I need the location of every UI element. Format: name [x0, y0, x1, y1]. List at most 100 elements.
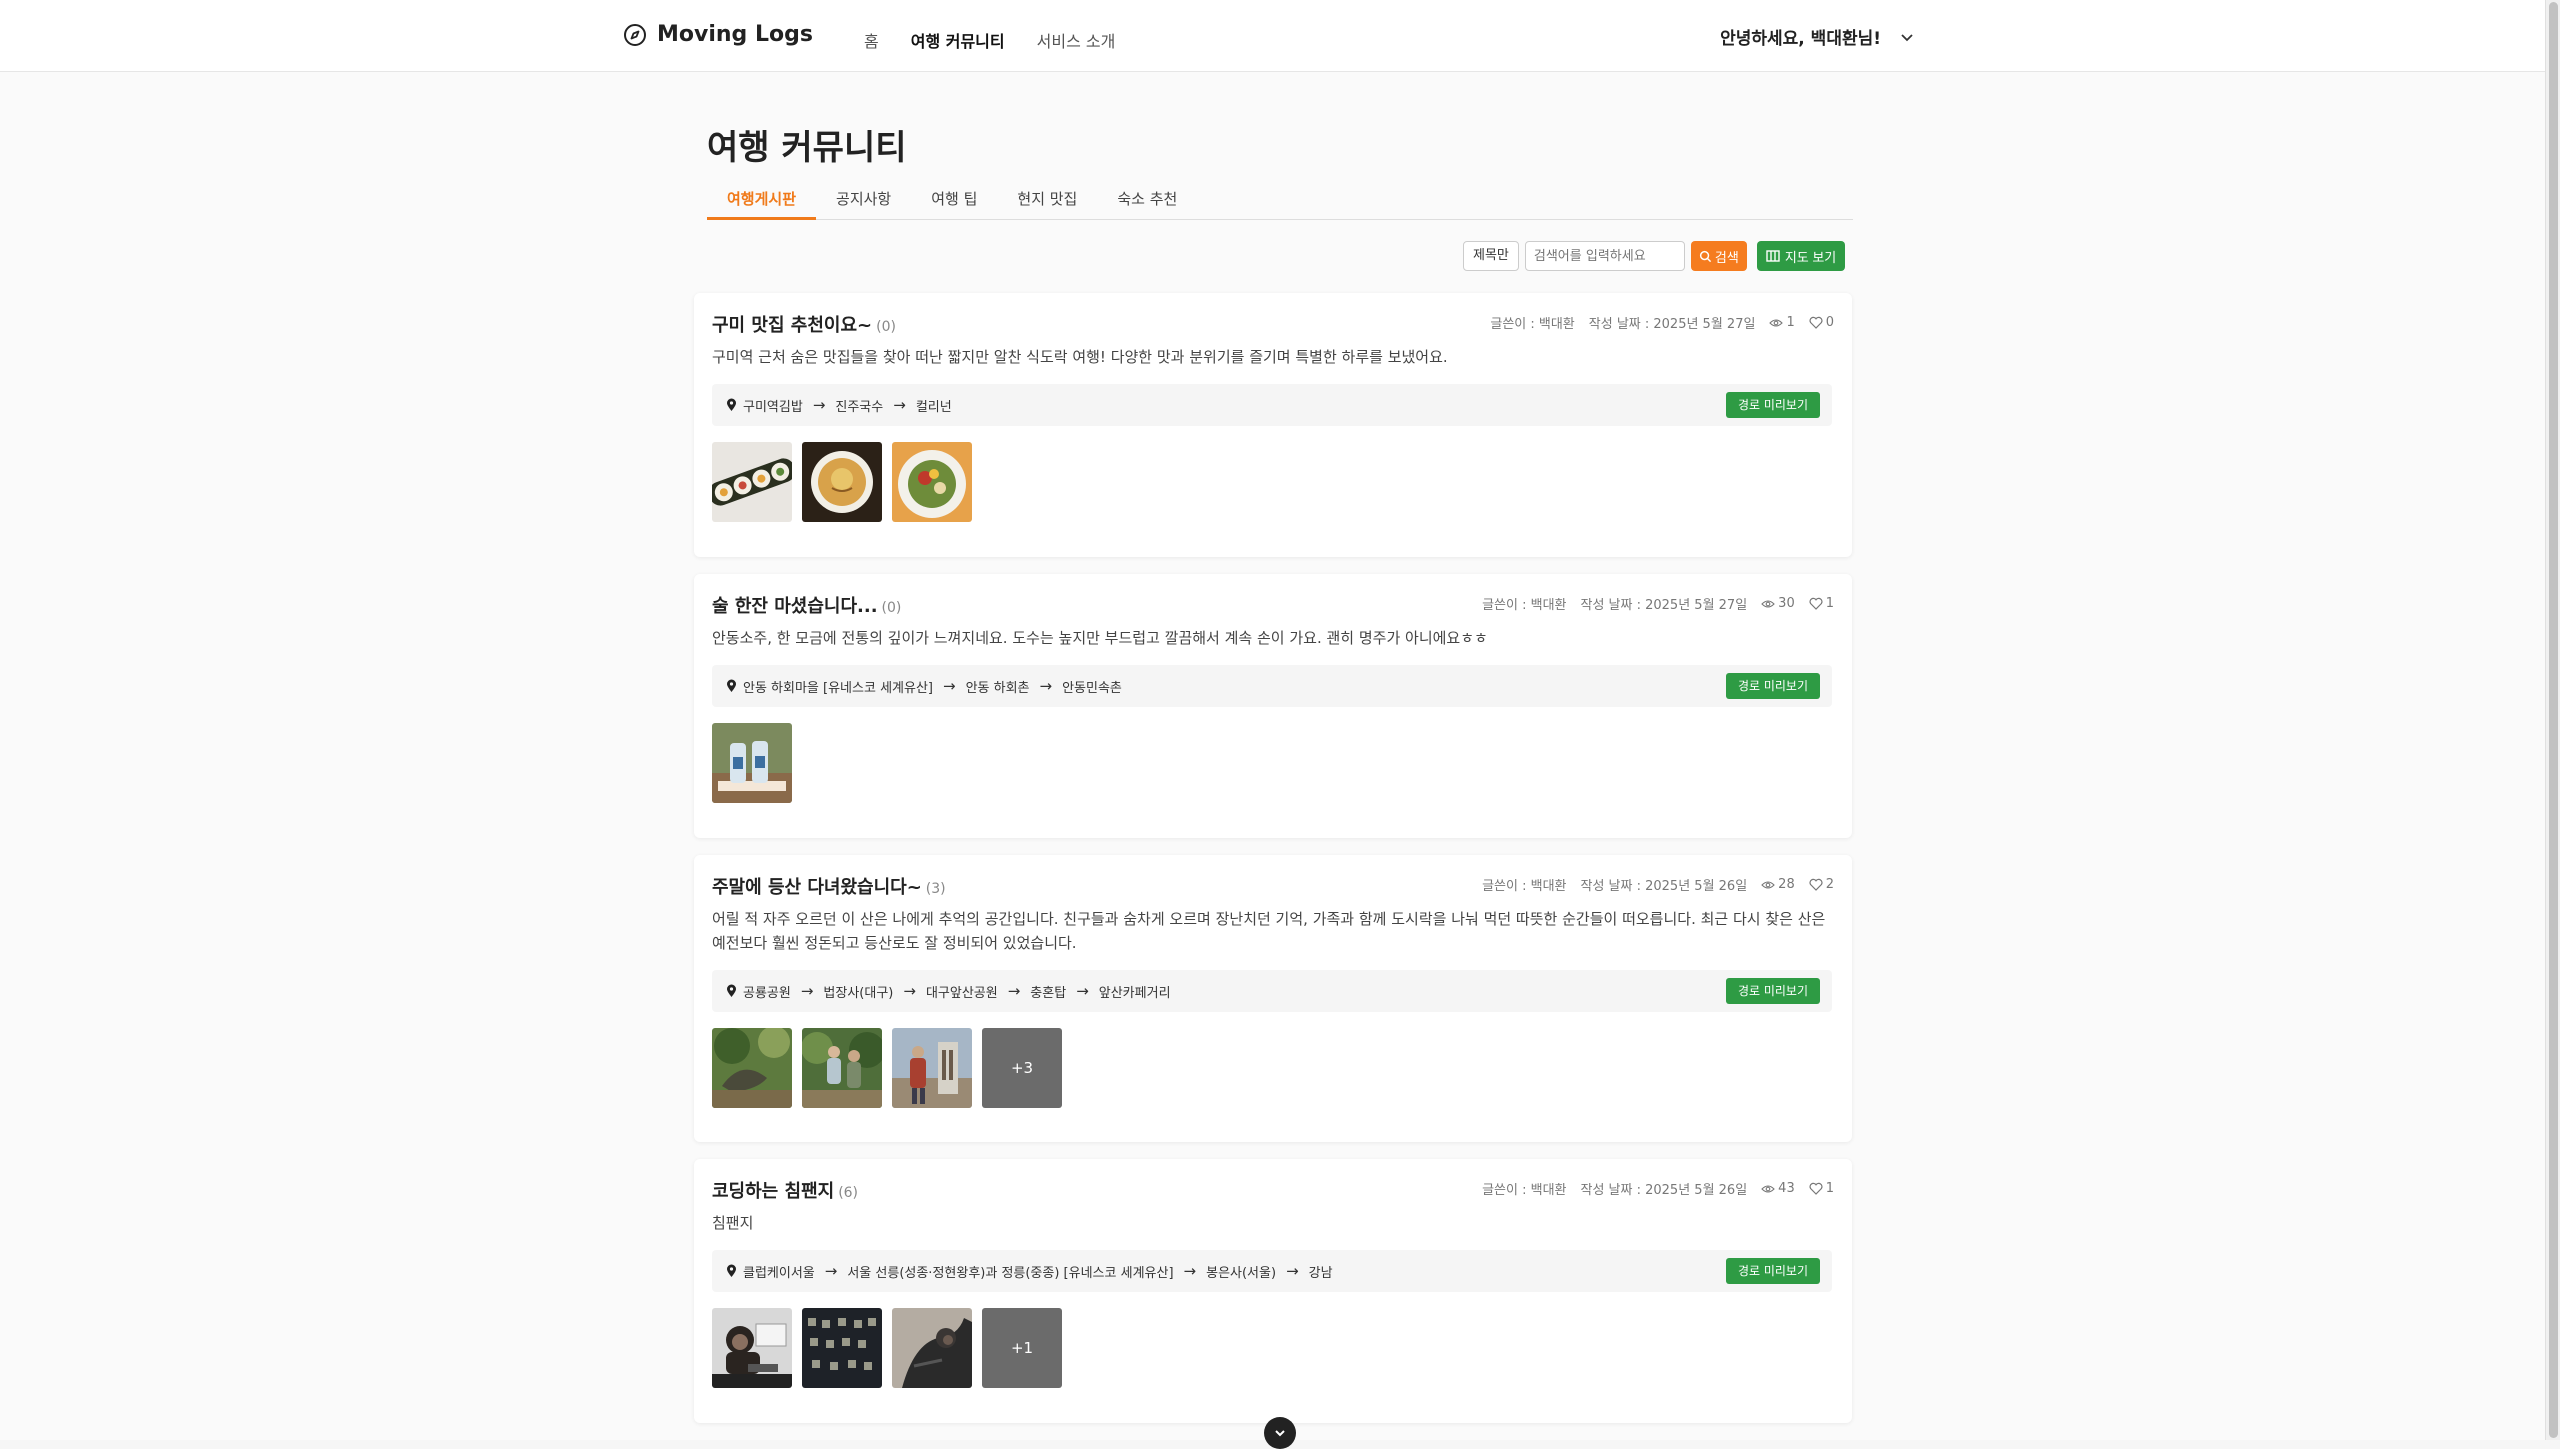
like-count-value: 2	[1825, 877, 1834, 892]
logo-text: Moving Logs	[657, 22, 813, 47]
post-author: 글쓴이 : 백대환	[1482, 598, 1567, 613]
photo-thumbnail[interactable]	[802, 1028, 882, 1108]
user-menu[interactable]: 안녕하세요, 백대환님!	[1720, 24, 1915, 49]
photo-thumbnail[interactable]	[712, 442, 792, 522]
arrow-right-icon: →	[942, 677, 956, 695]
route-stop: 안동민속촌	[1062, 680, 1122, 696]
route-stop: 공룡공원	[743, 985, 791, 1001]
route-preview-button[interactable]: 경로 미리보기	[1725, 673, 1820, 699]
post-body: 어릴 적 자주 오르던 이 산은 나에게 추억의 공간입니다. 친구들과 숨차게…	[712, 910, 1826, 952]
route-stop: 진주국수	[835, 399, 884, 415]
photo-thumbnail[interactable]	[712, 1308, 792, 1388]
post-body: 안동소주, 한 모금에 전통의 깊이가 느껴지네요. 도수는 높지만 부드럽고 …	[712, 629, 1488, 647]
map-pin-icon	[727, 679, 736, 692]
like-count[interactable]: 2	[1809, 877, 1834, 892]
comment-count: (3)	[925, 881, 946, 897]
post-author: 글쓴이 : 백대환	[1490, 317, 1575, 332]
photo-thumbnail[interactable]	[712, 723, 792, 803]
logo[interactable]: Moving Logs	[623, 22, 813, 47]
heart-icon	[1809, 316, 1823, 329]
nav-about[interactable]: 서비스 소개	[1037, 28, 1116, 52]
compass-icon	[624, 23, 646, 46]
arrow-right-icon: →	[1076, 982, 1089, 1000]
eye-icon	[1761, 1184, 1775, 1193]
more-photos-button[interactable]: +3	[982, 1028, 1062, 1108]
nav-home[interactable]: 홈	[864, 28, 879, 52]
photo-thumbnail[interactable]	[802, 1308, 882, 1388]
tab-local-food[interactable]: 현지 맛집	[997, 178, 1097, 220]
arrow-right-icon: →	[1286, 1262, 1299, 1280]
route-preview-button[interactable]: 경로 미리보기	[1725, 392, 1820, 418]
search-button[interactable]: 검색	[1690, 241, 1747, 271]
tab-travel-tips[interactable]: 여행 팁	[911, 178, 997, 220]
post-title: 주말에 등산 다녀왔습니다~	[712, 877, 922, 898]
like-count-value: 0	[1825, 315, 1834, 330]
post-title-row[interactable]: 구미 맛집 추천이요~ (0)	[712, 311, 896, 337]
like-count[interactable]: 0	[1809, 315, 1834, 330]
eye-icon	[1769, 318, 1784, 327]
post-title: 코딩하는 침팬지	[712, 1181, 835, 1202]
post-author: 글쓴이 : 백대환	[1482, 879, 1567, 894]
user-greeting: 안녕하세요, 백대환님!	[1720, 29, 1881, 49]
view-count-value: 43	[1778, 1181, 1795, 1196]
arrow-right-icon: →	[1007, 982, 1021, 1000]
like-count[interactable]: 1	[1809, 1181, 1834, 1196]
route-stop: 대구앞산공원	[925, 985, 998, 1001]
search-button-label: 검색	[1714, 249, 1739, 265]
arrow-right-icon: →	[903, 982, 916, 1000]
post-title: 술 한잔 마셨습니다...	[712, 596, 878, 617]
map-icon	[1766, 250, 1780, 262]
page-scrollbar[interactable]	[2545, 0, 2560, 1440]
route-preview-button[interactable]: 경로 미리보기	[1725, 978, 1820, 1004]
route-stop: 법장사(대구)	[823, 985, 894, 1001]
photo-thumbnail[interactable]	[892, 442, 972, 522]
post-meta: 글쓴이 : 백대환 작성 날짜 : 2025년 5월 27일 1 0	[1490, 313, 1834, 332]
post-card[interactable]: 주말에 등산 다녀왔습니다~ (3) 글쓴이 : 백대환 작성 날짜 : 2025…	[694, 855, 1852, 1142]
like-count-value: 1	[1825, 596, 1834, 611]
post-card[interactable]: 술 한잔 마셨습니다... (0) 글쓴이 : 백대환 작성 날짜 : 2025년…	[694, 574, 1852, 838]
map-pin-icon	[727, 984, 736, 997]
search-filter-select[interactable]: 제목만	[1463, 241, 1519, 271]
post-date: 작성 날짜 : 2025년 5월 26일	[1580, 879, 1748, 894]
photo-thumbnail[interactable]	[892, 1028, 972, 1108]
post-card[interactable]: 구미 맛집 추천이요~ (0) 글쓴이 : 백대환 작성 날짜 : 2025년 5…	[694, 293, 1852, 557]
scrollbar-thumb[interactable]	[2549, 2, 2558, 1438]
tab-lodging[interactable]: 숙소 추천	[1097, 178, 1197, 220]
search-icon	[1699, 250, 1712, 262]
tab-notice[interactable]: 공지사항	[816, 178, 911, 220]
arrow-right-icon: →	[800, 982, 814, 1000]
route-stop: 서울 선릉(성종·정현왕후)과 정릉(중종) [유네스코 세계유산]	[847, 1265, 1174, 1281]
post-meta: 글쓴이 : 백대환 작성 날짜 : 2025년 5월 27일 30 1	[1482, 594, 1834, 613]
search-input[interactable]	[1524, 241, 1685, 271]
search-bar: 제목만 검색 지도 보기	[1463, 241, 1846, 271]
photo-thumbnail[interactable]	[802, 442, 882, 522]
like-count[interactable]: 1	[1809, 596, 1834, 611]
post-meta: 글쓴이 : 백대환 작성 날짜 : 2025년 5월 26일 43 1	[1482, 1179, 1834, 1198]
post-date: 작성 날짜 : 2025년 5월 27일	[1588, 317, 1756, 332]
tab-travel-board[interactable]: 여행게시판	[707, 178, 817, 220]
heart-icon	[1809, 878, 1823, 891]
more-photos-button[interactable]: +1	[982, 1308, 1062, 1388]
route-stop: 컬리넌	[915, 399, 952, 415]
route-stop: 클럽케이서울	[743, 1265, 815, 1281]
route-preview-button[interactable]: 경로 미리보기	[1725, 1258, 1820, 1284]
scroll-down-button[interactable]	[1264, 1417, 1296, 1449]
view-count: 43	[1761, 1181, 1795, 1196]
route-stop: 구미역김밥	[743, 399, 803, 415]
route-bar: 안동 하회마을 [유네스코 세계유산] → 안동 하회촌 → 안동민속촌 경로 미리…	[712, 665, 1832, 707]
post-title-row[interactable]: 술 한잔 마셨습니다... (0)	[712, 592, 901, 618]
map-view-button[interactable]: 지도 보기	[1756, 241, 1846, 271]
view-count-value: 30	[1778, 596, 1795, 611]
photo-thumbnail[interactable]	[892, 1308, 972, 1388]
photo-thumbnail[interactable]	[712, 1028, 792, 1108]
map-view-label: 지도 보기	[1784, 249, 1837, 265]
top-navbar: Moving Logs 홈 여행 커뮤니티 서비스 소개 안녕하세요, 백대환님…	[0, 0, 2545, 72]
route-stop: 봉은사(서울)	[1206, 1265, 1277, 1281]
comment-count: (0)	[876, 319, 896, 335]
route-bar: 구미역김밥 → 진주국수 → 컬리넌 경로 미리보기	[712, 384, 1832, 426]
post-title-row[interactable]: 코딩하는 침팬지 (6)	[712, 1177, 858, 1203]
post-title-row[interactable]: 주말에 등산 다녀왔습니다~ (3)	[712, 873, 946, 899]
post-card[interactable]: 코딩하는 침팬지 (6) 글쓴이 : 백대환 작성 날짜 : 2025년 5월 2…	[694, 1159, 1852, 1423]
route-stop: 충혼탑	[1030, 985, 1067, 1001]
nav-community[interactable]: 여행 커뮤니티	[911, 28, 1005, 52]
